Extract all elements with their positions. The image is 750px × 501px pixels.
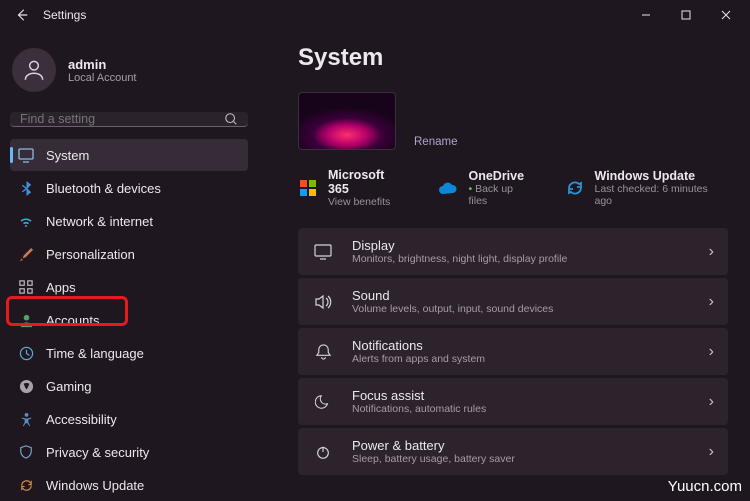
content-area: System Rename Microsoft 365View benefits…: [258, 30, 750, 500]
wallpaper-preview[interactable]: [298, 92, 396, 150]
nav-label: Bluetooth & devices: [46, 181, 161, 196]
nav-item-bluetooth[interactable]: Bluetooth & devices: [10, 172, 248, 204]
power-icon: [312, 444, 334, 460]
user-subtitle: Local Account: [68, 72, 137, 84]
nav-label: System: [46, 148, 89, 163]
user-card[interactable]: admin Local Account: [10, 30, 248, 108]
window-title: Settings: [40, 8, 626, 22]
item-title: Display: [352, 238, 709, 253]
page-title: System: [298, 44, 728, 72]
item-title: Notifications: [352, 338, 709, 353]
apps-icon: [18, 279, 34, 295]
rename-link[interactable]: Rename: [414, 136, 457, 148]
service-title: Microsoft 365: [328, 168, 409, 196]
brush-icon: [18, 246, 34, 262]
nav-label: Personalization: [46, 247, 135, 262]
item-notifications[interactable]: NotificationsAlerts from apps and system…: [298, 328, 728, 375]
services-row: Microsoft 365View benefits OneDriveBack …: [298, 168, 728, 208]
moon-icon: [312, 394, 334, 410]
item-sub: Notifications, automatic rules: [352, 403, 709, 415]
accessibility-icon: [18, 411, 34, 427]
service-windows-update[interactable]: Windows UpdateLast checked: 6 minutes ag…: [565, 168, 729, 208]
nav-label: Windows Update: [46, 478, 144, 493]
service-sub: Last checked: 6 minutes ago: [595, 183, 729, 207]
service-microsoft365[interactable]: Microsoft 365View benefits: [298, 168, 408, 208]
service-title: Windows Update: [595, 169, 729, 183]
item-title: Focus assist: [352, 388, 709, 403]
item-display[interactable]: DisplayMonitors, brightness, night light…: [298, 228, 728, 275]
close-icon: [721, 10, 731, 20]
bluetooth-icon: [18, 180, 34, 196]
item-sub: Alerts from apps and system: [352, 353, 709, 365]
item-focus-assist[interactable]: Focus assistNotifications, automatic rul…: [298, 378, 728, 425]
minimize-icon: [641, 10, 651, 20]
item-power-battery[interactable]: Power & batterySleep, battery usage, bat…: [298, 428, 728, 475]
nav-item-network[interactable]: Network & internet: [10, 205, 248, 237]
nav-label: Network & internet: [46, 214, 153, 229]
close-button[interactable]: [706, 0, 746, 30]
maximize-icon: [681, 10, 691, 20]
nav-item-gaming[interactable]: Gaming: [10, 370, 248, 402]
nav-list: System Bluetooth & devices Network & int…: [10, 139, 248, 501]
speaker-icon: [312, 293, 334, 311]
back-button[interactable]: [4, 0, 40, 30]
nav-label: Time & language: [46, 346, 144, 361]
person-icon: [18, 312, 34, 328]
system-icon: [18, 147, 34, 163]
nav-item-accounts[interactable]: Accounts: [10, 304, 248, 336]
item-sound[interactable]: SoundVolume levels, output, input, sound…: [298, 278, 728, 325]
nav-label: Privacy & security: [46, 445, 149, 460]
sidebar: admin Local Account System Bluetooth & d…: [0, 30, 258, 500]
nav-item-privacy[interactable]: Privacy & security: [10, 436, 248, 468]
nav-item-personalization[interactable]: Personalization: [10, 238, 248, 270]
user-name: admin: [68, 57, 137, 72]
chevron-right-icon: ›: [709, 443, 714, 461]
chevron-right-icon: ›: [709, 293, 714, 311]
nav-item-system[interactable]: System: [10, 139, 248, 171]
search-icon: [224, 112, 238, 126]
search-box[interactable]: [10, 112, 248, 127]
search-input[interactable]: [20, 112, 224, 126]
settings-list: DisplayMonitors, brightness, night light…: [298, 228, 728, 475]
nav-label: Accounts: [46, 313, 99, 328]
service-title: OneDrive: [468, 169, 534, 183]
avatar: [12, 48, 56, 92]
item-sub: Sleep, battery usage, battery saver: [352, 453, 709, 465]
nav-item-windows-update[interactable]: Windows Update: [10, 469, 248, 501]
update-icon: [18, 477, 34, 493]
watermark: Yuucn.com: [668, 478, 742, 495]
minimize-button[interactable]: [626, 0, 666, 30]
nav-item-apps[interactable]: Apps: [10, 271, 248, 303]
service-sub: View benefits: [328, 196, 409, 208]
gaming-icon: [18, 378, 34, 394]
microsoft365-icon: [298, 178, 318, 198]
clock-icon: [18, 345, 34, 361]
monitor-icon: [312, 243, 334, 261]
nav-label: Accessibility: [46, 412, 117, 427]
item-title: Sound: [352, 288, 709, 303]
shield-icon: [18, 444, 34, 460]
item-title: Power & battery: [352, 438, 709, 453]
user-icon: [21, 57, 47, 83]
item-sub: Monitors, brightness, night light, displ…: [352, 253, 709, 265]
onedrive-icon: [438, 178, 458, 198]
chevron-right-icon: ›: [709, 243, 714, 261]
wifi-icon: [18, 213, 34, 229]
nav-label: Apps: [46, 280, 76, 295]
nav-item-accessibility[interactable]: Accessibility: [10, 403, 248, 435]
service-sub: Back up files: [468, 183, 534, 207]
item-sub: Volume levels, output, input, sound devi…: [352, 303, 709, 315]
nav-label: Gaming: [46, 379, 92, 394]
nav-item-time-language[interactable]: Time & language: [10, 337, 248, 369]
update-sync-icon: [565, 178, 585, 198]
service-onedrive[interactable]: OneDriveBack up files: [438, 168, 534, 208]
bell-icon: [312, 343, 334, 360]
maximize-button[interactable]: [666, 0, 706, 30]
titlebar: Settings: [0, 0, 750, 30]
chevron-right-icon: ›: [709, 393, 714, 411]
chevron-right-icon: ›: [709, 343, 714, 361]
back-arrow-icon: [15, 8, 29, 22]
